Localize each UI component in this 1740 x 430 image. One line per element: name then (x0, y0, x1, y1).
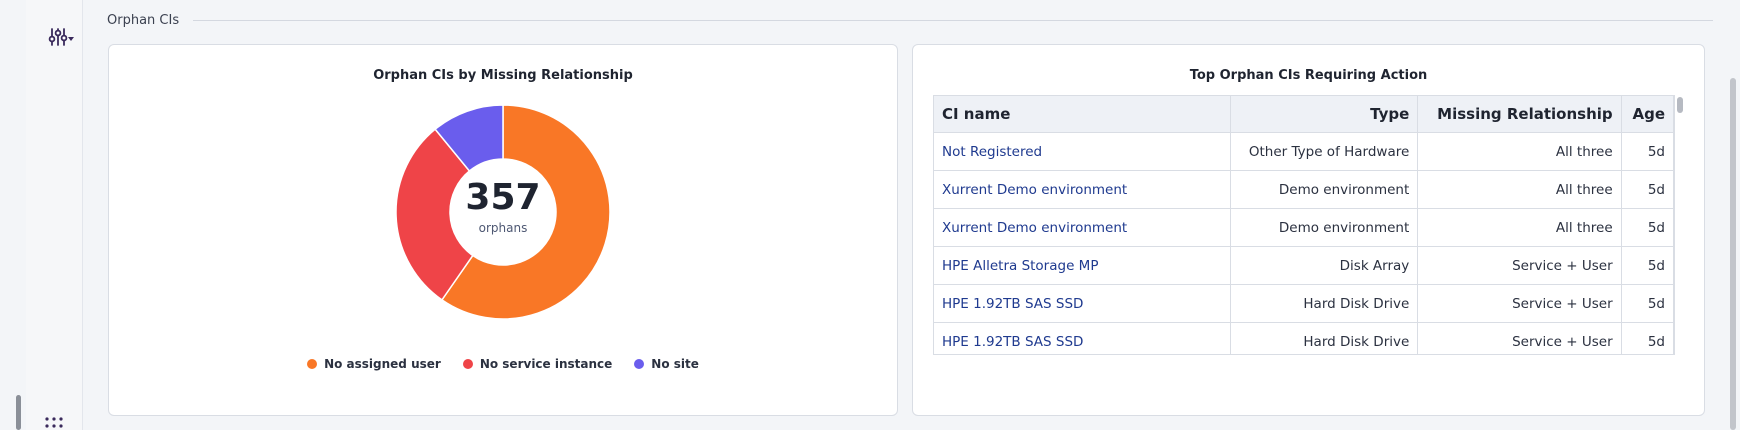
legend-swatch (307, 359, 318, 369)
type-cell: Other Type of Hardware (1230, 132, 1419, 171)
ci-name-cell: HPE Alletra Storage MP (934, 246, 1231, 285)
type-cell: Demo environment (1230, 170, 1419, 209)
table-header-row: CI name Type Missing Relationship Age (934, 96, 1674, 133)
table-row: Xurrent Demo environment Demo environmen… (934, 208, 1674, 247)
table-scrollbar-thumb[interactable] (1677, 97, 1683, 113)
ci-name-cell: HPE 1.92TB SAS SSD (934, 322, 1231, 354)
missing-relationship-cell: Service + User (1417, 284, 1622, 323)
table-row: HPE 1.92TB SAS SSD Hard Disk Drive Servi… (934, 322, 1674, 354)
orphan-donut-card: Orphan CIs by Missing Relationship 357 o… (108, 44, 898, 416)
section-header: Orphan CIs (107, 10, 1713, 30)
missing-relationship-cell: Service + User (1417, 246, 1622, 285)
column-header-ci-name[interactable]: CI name (934, 96, 1231, 133)
legend-label: No site (651, 357, 699, 371)
age-cell: 5d (1621, 322, 1674, 354)
donut-center-label: orphans (479, 221, 528, 235)
age-cell: 5d (1621, 208, 1674, 247)
orphan-table: CI name Type Missing Relationship Age No… (934, 96, 1674, 354)
outer-gutter (0, 0, 26, 430)
left-rail (26, 0, 83, 430)
page-scrollbar[interactable] (1726, 0, 1740, 430)
ci-name-link[interactable]: HPE 1.92TB SAS SSD (942, 296, 1083, 312)
table-row: Not Registered Other Type of Hardware Al… (934, 132, 1674, 171)
ci-name-cell: Not Registered (934, 132, 1231, 171)
filter-menu-button[interactable] (46, 24, 78, 50)
column-header-missing-relationship[interactable]: Missing Relationship (1417, 96, 1622, 133)
missing-relationship-cell: All three (1417, 170, 1622, 209)
legend-swatch (462, 359, 473, 369)
table-row: HPE 1.92TB SAS SSD Hard Disk Drive Servi… (934, 284, 1674, 323)
donut-chart: 357 orphans (395, 104, 611, 320)
page-scrollbar-thumb[interactable] (1730, 78, 1736, 430)
ci-name-cell: HPE 1.92TB SAS SSD (934, 284, 1231, 323)
ci-name-cell: Xurrent Demo environment (934, 170, 1231, 209)
age-cell: 5d (1621, 246, 1674, 285)
donut-center-value: 357 (465, 177, 540, 218)
ci-name-link[interactable]: Xurrent Demo environment (942, 220, 1127, 236)
section-title: Orphan CIs (107, 12, 180, 28)
legend-label: No service instance (479, 357, 613, 371)
column-header-type[interactable]: Type (1230, 96, 1419, 133)
ci-name-link[interactable]: HPE Alletra Storage MP (942, 258, 1098, 274)
sliders-dropdown-icon (48, 28, 74, 46)
table-row: Xurrent Demo environment Demo environmen… (934, 170, 1674, 209)
table-card-title: Top Orphan CIs Requiring Action (1189, 68, 1428, 83)
type-cell: Demo environment (1230, 208, 1419, 247)
column-header-age[interactable]: Age (1621, 96, 1674, 133)
missing-relationship-cell: All three (1417, 208, 1622, 247)
legend-label: No assigned user (324, 357, 441, 371)
ci-name-link[interactable]: Not Registered (942, 144, 1042, 160)
table-row: HPE Alletra Storage MP Disk Array Servic… (934, 246, 1674, 285)
ci-name-link[interactable]: Xurrent Demo environment (942, 182, 1127, 198)
age-cell: 5d (1621, 170, 1674, 209)
orphan-table-container[interactable]: CI name Type Missing Relationship Age No… (933, 95, 1675, 355)
type-cell: Hard Disk Drive (1230, 284, 1419, 323)
age-cell: 5d (1621, 284, 1674, 323)
chart-legend: No assigned user No service instance No si… (109, 357, 897, 371)
table-scrollbar[interactable] (1675, 95, 1685, 353)
missing-relationship-cell: All three (1417, 132, 1622, 171)
age-cell: 5d (1621, 132, 1674, 171)
main-content: Orphan CIs Orphan CIs by Missing Relatio… (83, 0, 1723, 430)
top-orphans-card: Top Orphan CIs Requiring Action CI name … (912, 44, 1705, 416)
section-divider (193, 19, 1713, 21)
outer-scrollbar[interactable] (16, 395, 21, 430)
dots-grid-icon[interactable] (44, 416, 66, 430)
legend-item-no-service-instance[interactable]: No service instance (462, 357, 613, 371)
ci-name-cell: Xurrent Demo environment (934, 208, 1231, 247)
legend-swatch (634, 359, 645, 369)
legend-item-no-site[interactable]: No site (634, 357, 699, 371)
type-cell: Disk Array (1230, 246, 1419, 285)
ci-name-link[interactable]: HPE 1.92TB SAS SSD (942, 334, 1083, 350)
missing-relationship-cell: Service + User (1417, 322, 1622, 354)
type-cell: Hard Disk Drive (1230, 322, 1419, 354)
legend-item-no-assigned-user[interactable]: No assigned user (307, 357, 441, 371)
